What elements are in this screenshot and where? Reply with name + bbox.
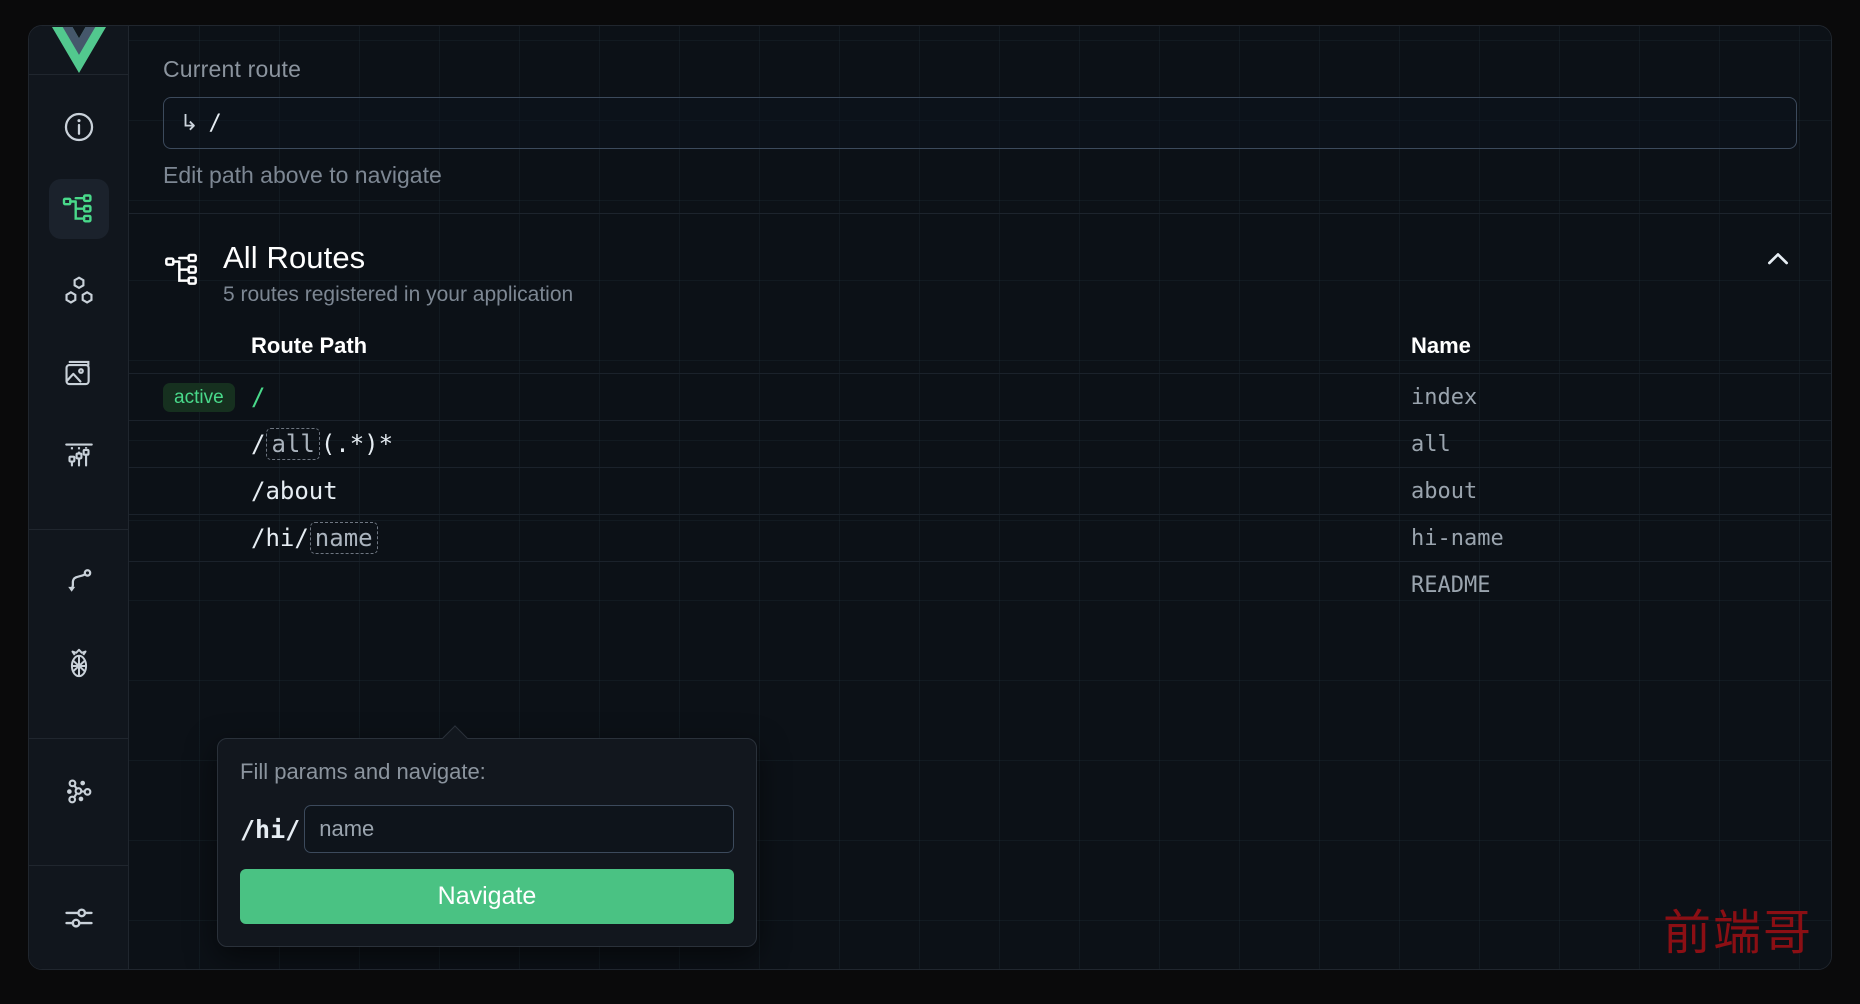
sidebar-item-overview[interactable]	[49, 97, 109, 157]
table-row[interactable]: /hi/name hi-name	[129, 514, 1831, 562]
sidebar-group-bottom	[29, 865, 128, 969]
all-routes-titles: All Routes 5 routes registered in your a…	[223, 240, 573, 307]
screen: Current route ↳ / Edit path above to nav…	[0, 0, 1860, 1004]
route-path-segment: /about	[251, 477, 338, 505]
timeline-icon	[64, 443, 93, 467]
route-status-cell	[129, 515, 251, 562]
sidebar-item-components[interactable]	[49, 261, 109, 321]
sidebar-group-tools	[29, 738, 128, 843]
components-icon	[64, 276, 93, 304]
graph-icon	[66, 779, 91, 804]
col-header-name: Name	[1411, 333, 1471, 358]
param-name-input[interactable]	[304, 805, 734, 853]
table-row[interactable]: active / index	[129, 373, 1831, 421]
popover-path-prefix: /hi/	[240, 814, 301, 844]
sidebar-group-secondary	[29, 529, 128, 716]
route-name-cell: hi-name	[1411, 515, 1831, 562]
sidebar-item-assets[interactable]	[49, 343, 109, 403]
route-path: / all (.*)*	[251, 428, 394, 460]
pinia-icon	[70, 648, 87, 678]
route-status-cell	[129, 421, 251, 468]
main-content: Current route ↳ / Edit path above to nav…	[129, 26, 1831, 969]
routes-tree-icon	[62, 194, 92, 223]
sidebar-item-timeline[interactable]	[49, 425, 109, 485]
route-name: about	[1411, 478, 1478, 504]
current-route-value: /	[208, 110, 222, 136]
routes-table-body: active / index / all (.*)* all/about about/hi/n…	[129, 373, 1831, 609]
route-path: /about	[251, 477, 338, 505]
navigate-button[interactable]: Navigate	[240, 869, 734, 924]
sidebar-item-routes[interactable]	[48, 179, 109, 239]
col-header-route-path: Route Path	[251, 333, 368, 358]
route-name: hi-name	[1411, 525, 1504, 551]
status-badge: active	[163, 382, 235, 412]
route-name-cell: README	[1411, 562, 1831, 609]
collapse-all-routes-button[interactable]	[1755, 236, 1801, 282]
fill-params-popover: Fill params and navigate: /hi/ Navigate	[217, 725, 757, 947]
popover-caret	[442, 725, 468, 751]
route-path: /hi/name	[251, 522, 379, 554]
route-param-token[interactable]: name	[309, 522, 378, 554]
route-name-cell: all	[1411, 421, 1831, 468]
route-path-cell: /about	[251, 468, 1411, 515]
devtools-panel: Current route ↳ / Edit path above to nav…	[28, 25, 1832, 970]
popover-param-row: /hi/	[240, 805, 734, 853]
routes-table: Route Path Name active / index / all (.*)* all…	[129, 327, 1831, 609]
route-param-token[interactable]: all	[266, 428, 320, 460]
route-path: /	[251, 383, 265, 411]
sidebar-item-settings[interactable]	[49, 888, 109, 948]
watermark: 前端哥	[1662, 905, 1813, 961]
vue-logo[interactable]	[29, 26, 128, 75]
route-path-cell: / all (.*)*	[251, 421, 1411, 468]
enter-arrow-icon: ↳	[180, 110, 199, 135]
route-status-cell: active	[129, 374, 251, 421]
all-routes-title: All Routes	[223, 240, 366, 275]
vue-logo-icon	[51, 27, 106, 73]
router-path-icon	[67, 569, 91, 592]
routes-table-head: Route Path Name	[129, 327, 1831, 374]
route-name-cell: index	[1411, 374, 1831, 421]
route-name: all	[1411, 431, 1451, 457]
sidebar-item-router[interactable]	[49, 552, 109, 612]
route-status-cell	[129, 468, 251, 515]
sidebar-group-primary	[29, 75, 128, 507]
current-route-input[interactable]: ↳ /	[163, 97, 1797, 149]
all-routes-subtitle: 5 routes registered in your application	[223, 283, 574, 306]
col-header-status	[129, 327, 251, 374]
all-routes-header: All Routes 5 routes registered in your a…	[129, 214, 1831, 327]
route-name-cell: about	[1411, 468, 1831, 515]
sidebar-item-graph[interactable]	[49, 761, 109, 821]
assets-image-icon	[64, 360, 90, 386]
table-row[interactable]: / all (.*)* all	[129, 420, 1831, 468]
routes-header-row: Route Path Name	[129, 327, 1831, 374]
route-path-cell: /	[251, 374, 1411, 421]
route-name: index	[1411, 384, 1478, 410]
route-path-cell	[251, 562, 1411, 609]
routes-tree-icon	[163, 250, 203, 295]
sidebar	[29, 26, 129, 969]
info-circle-icon	[64, 112, 93, 142]
chevron-up-icon	[1768, 253, 1788, 265]
popover-title: Fill params and navigate:	[240, 759, 486, 784]
current-route-hint: Edit path above to navigate	[163, 162, 442, 188]
table-row[interactable]: /about about	[129, 467, 1831, 515]
route-name: README	[1411, 572, 1491, 598]
table-row[interactable]: README	[129, 561, 1831, 609]
current-route-section: Current route ↳ / Edit path above to nav…	[129, 26, 1831, 189]
route-path-segment: /	[251, 430, 266, 458]
sidebar-item-pinia[interactable]	[49, 634, 109, 694]
route-status-cell	[129, 562, 251, 609]
settings-sliders-icon	[64, 908, 93, 928]
current-route-label: Current route	[163, 56, 302, 82]
route-path-segment: /hi/	[251, 524, 309, 552]
route-path-segment: (.*)*	[320, 430, 394, 458]
route-path-cell: /hi/name	[251, 515, 1411, 562]
route-path-segment: /	[251, 383, 266, 411]
